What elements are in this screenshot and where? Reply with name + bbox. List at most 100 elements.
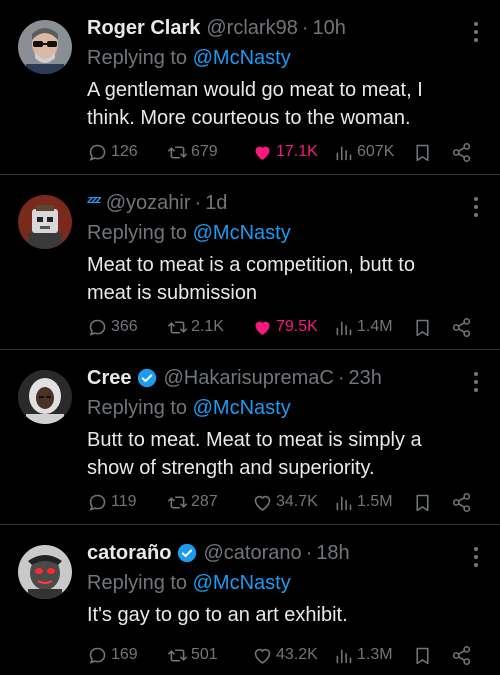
reply-button[interactable]: 366	[87, 315, 138, 339]
views-icon	[336, 648, 352, 663]
like-button[interactable]: 34.7K	[252, 490, 318, 514]
repost-button[interactable]: 501	[167, 643, 218, 667]
timestamp[interactable]: 23h	[349, 364, 382, 392]
avatar[interactable]	[18, 20, 72, 74]
like-count: 43.2K	[276, 646, 318, 663]
reply-tweet[interactable]: ᶻᶻᶻ @yozahir · 1d Replying to @McNasty M…	[0, 175, 500, 350]
separator-dot: ·	[305, 542, 313, 564]
reply-count: 169	[111, 646, 138, 663]
repost-count: 287	[191, 493, 218, 510]
replying-to: Replying to @McNasty	[87, 394, 454, 422]
repost-button[interactable]: 2.1K	[167, 315, 224, 339]
user-handle[interactable]: @catorano	[203, 539, 301, 567]
like-count: 34.7K	[276, 493, 318, 510]
repost-button[interactable]: 679	[167, 140, 218, 164]
action-bar: 119 287 34.7K 1.5M	[87, 490, 480, 514]
bookmark-icon	[416, 647, 429, 664]
reply-icon	[89, 494, 106, 511]
tweet-text: It's gay to go to an art exhibit.	[87, 604, 348, 626]
views-button[interactable]: 1.4M	[333, 315, 393, 339]
views-count: 607K	[357, 143, 395, 160]
share-icon	[452, 492, 471, 512]
repost-icon	[167, 320, 188, 334]
action-bar: 169 501 43.2K 1.3M	[87, 643, 480, 667]
bookmark-button[interactable]	[412, 315, 436, 339]
like-button[interactable]: 17.1K	[252, 140, 318, 164]
views-icon	[336, 320, 352, 335]
mention-link[interactable]: @McNasty	[193, 397, 291, 419]
reply-content: ᶻᶻᶻ @yozahir · 1d Replying to @McNasty M…	[87, 189, 454, 307]
replying-to-label: Replying to	[87, 397, 188, 419]
mention-link[interactable]: @McNasty	[193, 47, 291, 69]
avatar[interactable]	[18, 370, 72, 424]
reply-button[interactable]: 126	[87, 140, 138, 164]
views-button[interactable]: 607K	[333, 140, 394, 164]
mention-link[interactable]: @McNasty	[193, 572, 291, 594]
timestamp[interactable]: 1d	[205, 189, 227, 217]
reply-count: 366	[111, 318, 138, 335]
reply-button[interactable]: 119	[87, 490, 137, 514]
reply-icon	[89, 647, 106, 664]
like-button[interactable]: 79.5K	[252, 315, 318, 339]
reply-icon	[89, 144, 106, 161]
reply-tweet[interactable]: Roger Clark @rclark98 · 10h Replying to …	[0, 0, 500, 175]
views-button[interactable]: 1.5M	[333, 490, 393, 514]
tweet-text: A gentleman would go meat to meat, I thi…	[87, 79, 423, 129]
share-button[interactable]	[451, 643, 475, 667]
share-icon	[452, 142, 471, 162]
share-button[interactable]	[451, 315, 475, 339]
action-bar: 126 679 17.1K 607K	[87, 140, 480, 164]
reply-tweet[interactable]: catoraño @catorano · 18h Replying to @Mc…	[0, 525, 500, 675]
views-count: 1.4M	[357, 318, 393, 335]
more-options-icon[interactable]	[474, 197, 480, 221]
more-options-icon[interactable]	[474, 372, 480, 396]
user-handle[interactable]: @rclark98	[206, 14, 297, 42]
separator-dot: ·	[194, 192, 202, 214]
reply-count: 126	[111, 143, 138, 160]
verified-badge-icon[interactable]	[177, 543, 197, 563]
avatar[interactable]	[18, 545, 72, 599]
heart-filled-icon	[255, 321, 270, 335]
separator-dot: ·	[337, 367, 345, 389]
user-handle[interactable]: @yozahir	[106, 189, 191, 217]
avatar[interactable]	[18, 195, 72, 249]
action-bar: 366 2.1K 79.5K 1.4M	[87, 315, 480, 339]
views-count: 1.3M	[357, 646, 393, 663]
replying-to-label: Replying to	[87, 572, 188, 594]
reply-header: Cree @HakarisupremaC · 23h	[87, 364, 454, 392]
like-button[interactable]: 43.2K	[252, 643, 318, 667]
reply-content: Roger Clark @rclark98 · 10h Replying to …	[87, 14, 454, 132]
reply-button[interactable]: 169	[87, 643, 138, 667]
replying-to: Replying to @McNasty	[87, 219, 454, 247]
bookmark-button[interactable]	[412, 490, 436, 514]
bookmark-button[interactable]	[412, 140, 436, 164]
display-name[interactable]: catoraño	[87, 539, 171, 567]
bookmark-icon	[416, 144, 429, 161]
share-button[interactable]	[451, 490, 475, 514]
display-name[interactable]: Roger Clark	[87, 14, 200, 42]
repost-icon	[167, 648, 188, 662]
more-options-icon[interactable]	[474, 22, 480, 46]
verified-badge-icon[interactable]	[137, 368, 157, 388]
share-icon	[452, 317, 471, 337]
heart-icon	[254, 648, 271, 664]
tweet-text: Butt to meat. Meat to meat is simply a s…	[87, 429, 422, 479]
timestamp[interactable]: 18h	[316, 539, 349, 567]
mention-link[interactable]: @McNasty	[193, 222, 291, 244]
more-options-icon[interactable]	[474, 547, 480, 571]
user-handle[interactable]: @HakarisupremaC	[163, 364, 333, 392]
replying-to-label: Replying to	[87, 222, 188, 244]
repost-button[interactable]: 287	[167, 490, 218, 514]
replying-to: Replying to @McNasty	[87, 569, 454, 597]
timestamp[interactable]: 10h	[312, 14, 345, 42]
share-button[interactable]	[451, 140, 475, 164]
reply-icon	[89, 319, 106, 336]
heart-filled-icon	[255, 146, 270, 160]
views-button[interactable]: 1.3M	[333, 643, 393, 667]
heart-icon	[254, 495, 271, 511]
reply-tweet[interactable]: Cree @HakarisupremaC · 23h Replying to @…	[0, 350, 500, 525]
display-name[interactable]: Cree	[87, 364, 131, 392]
bookmark-button[interactable]	[412, 643, 436, 667]
repost-count: 501	[191, 646, 218, 663]
replying-to-label: Replying to	[87, 47, 188, 69]
